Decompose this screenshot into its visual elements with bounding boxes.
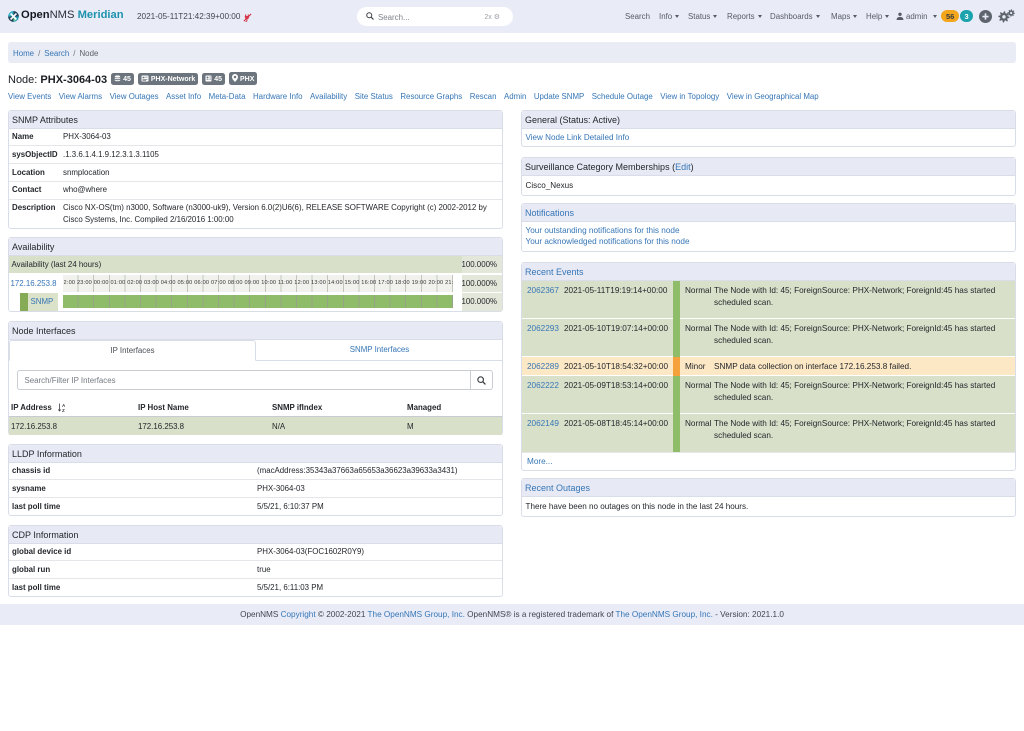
svg-text:Z: Z: [62, 408, 65, 412]
svg-text:A: A: [62, 403, 66, 408]
